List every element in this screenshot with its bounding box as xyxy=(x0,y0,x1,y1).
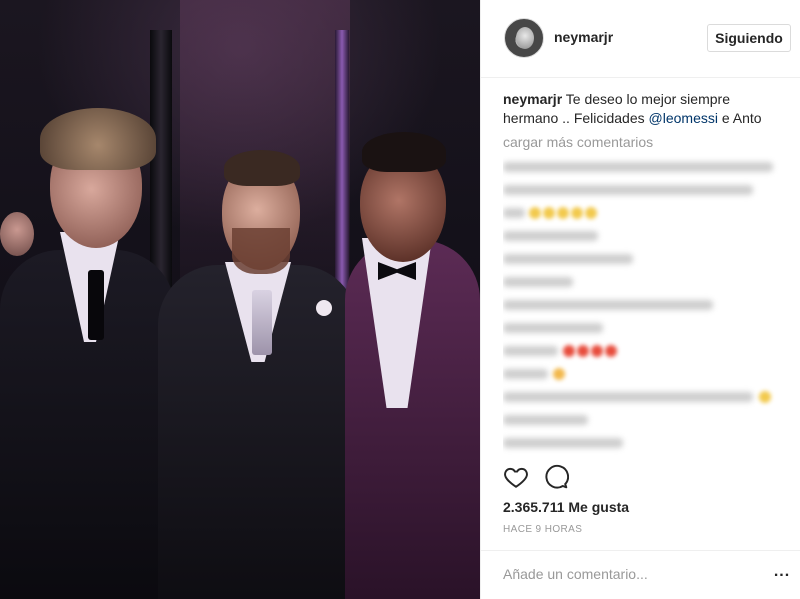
list-item xyxy=(503,409,787,432)
post-details-panel: neymarjr Siguiendo neymarjr Te deseo lo … xyxy=(480,0,800,599)
post-photo[interactable] xyxy=(0,0,480,599)
list-item xyxy=(503,179,787,202)
list-item xyxy=(503,202,787,225)
comments-list-blurred xyxy=(503,156,787,461)
load-more-comments-link[interactable]: cargar más comentarios xyxy=(503,134,653,150)
post-caption: neymarjr Te deseo lo mejor siempre herma… xyxy=(503,90,787,128)
heart-icon[interactable] xyxy=(503,464,529,490)
list-item xyxy=(503,317,787,340)
list-item xyxy=(503,248,787,271)
list-item xyxy=(503,294,787,317)
add-comment-section: ... xyxy=(481,550,800,599)
caption-mention-link[interactable]: @leomessi xyxy=(649,110,718,126)
caption-username[interactable]: neymarjr xyxy=(503,91,562,107)
list-item xyxy=(503,363,787,386)
comment-bubble-icon[interactable] xyxy=(543,464,569,490)
post-timestamp[interactable]: HACE 9 HORAS xyxy=(503,524,582,535)
list-item xyxy=(503,271,787,294)
following-button[interactable]: Siguiendo xyxy=(707,24,791,52)
post-header: neymarjr Siguiendo xyxy=(481,0,800,78)
avatar[interactable] xyxy=(504,18,544,58)
more-options-icon[interactable]: ... xyxy=(771,563,793,585)
list-item xyxy=(503,225,787,248)
caption-text-after: e Anto xyxy=(717,110,762,126)
list-item xyxy=(503,432,787,455)
list-item xyxy=(503,386,787,409)
list-item xyxy=(503,340,787,363)
add-comment-input[interactable] xyxy=(503,563,753,585)
likes-count[interactable]: 2.365.711 Me gusta xyxy=(503,499,629,515)
post-author-username[interactable]: neymarjr xyxy=(554,29,613,45)
list-item xyxy=(503,156,787,179)
photo-background-person xyxy=(0,212,34,256)
